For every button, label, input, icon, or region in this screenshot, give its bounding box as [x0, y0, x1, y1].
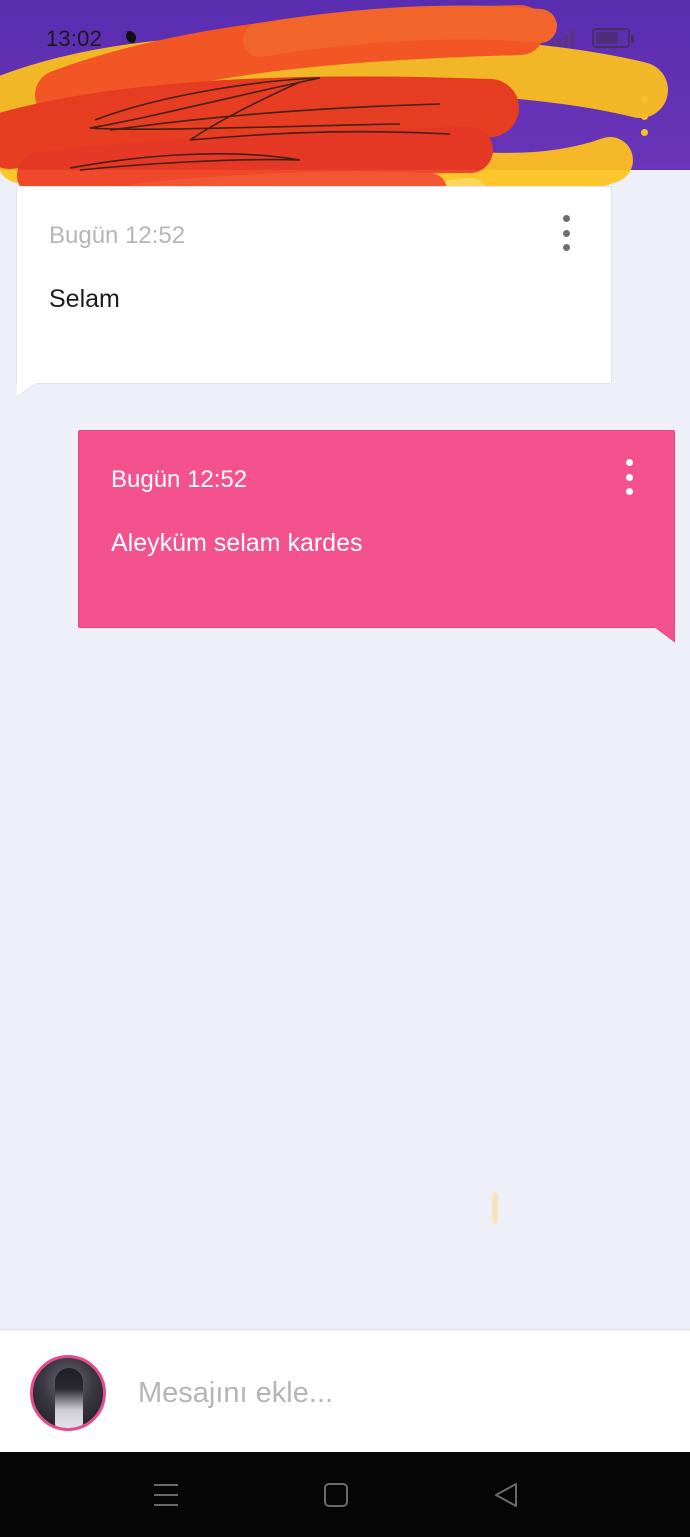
navigation-bar	[0, 1452, 690, 1537]
message-composer	[0, 1328, 690, 1452]
avatar[interactable]	[30, 1355, 106, 1431]
more-vertical-icon[interactable]	[630, 96, 658, 136]
bubble-tail	[655, 627, 675, 643]
avatar-photo	[55, 1368, 83, 1428]
message-input[interactable]	[138, 1373, 658, 1413]
message-options-icon[interactable]	[614, 459, 644, 495]
moon-icon	[122, 31, 136, 45]
back-triangle-icon[interactable]	[486, 1480, 526, 1510]
message-text: Aleyküm selam kardes	[111, 529, 363, 557]
message-timestamp: Bugün 12:52	[49, 222, 186, 249]
message-text: Selam	[49, 285, 120, 313]
screen-smudge	[492, 1192, 498, 1224]
message-options-icon[interactable]	[551, 215, 581, 251]
message-timestamp: Bugün 12:52	[111, 466, 248, 493]
status-bar: 13:02	[0, 0, 690, 62]
home-square-icon[interactable]	[316, 1480, 356, 1510]
message-incoming: Bugün 12:52 Selam	[16, 186, 612, 384]
menu-icon[interactable]	[146, 1480, 186, 1510]
bubble-tail	[16, 383, 36, 399]
signal-icon	[550, 30, 575, 47]
battery-level	[596, 32, 618, 44]
message-outgoing: Bugün 12:52 Aleyküm selam kardes	[78, 430, 675, 628]
status-time: 13:02	[46, 26, 103, 51]
battery-icon	[592, 28, 634, 48]
chat-screen: 13:02 Bugün 12:52 Selam Bugün 12:52 Aley…	[0, 0, 690, 1537]
